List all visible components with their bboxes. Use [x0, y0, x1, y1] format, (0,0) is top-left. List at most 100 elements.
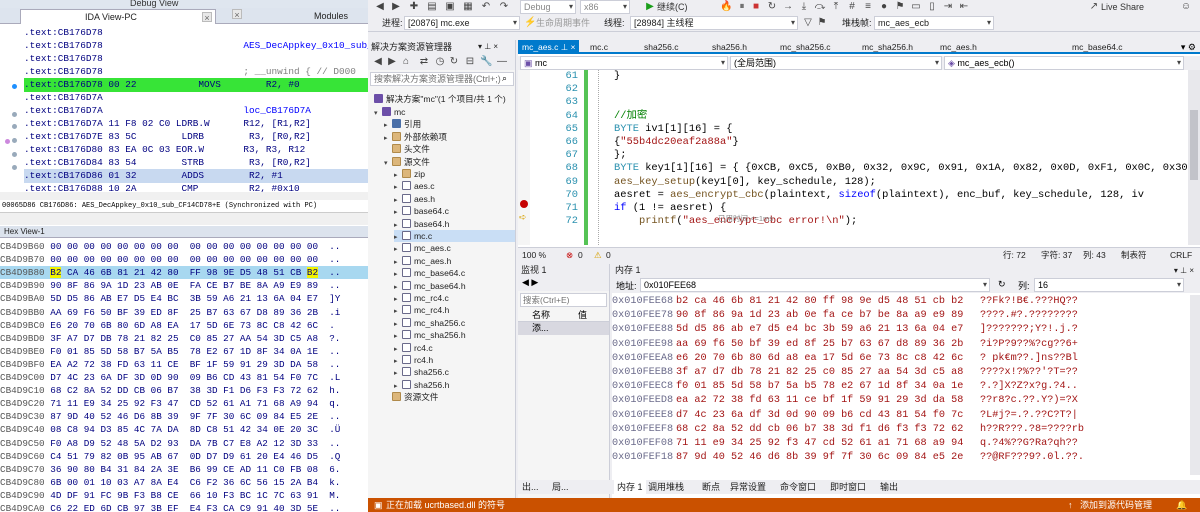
- disasm-line[interactable]: .text:CB176D78: [24, 26, 368, 40]
- hex-row[interactable]: CB4D9BA0 5D D5 86 AB E7 D5 E4 BC 3B 59 A…: [0, 292, 368, 305]
- disasm-line[interactable]: .text:CB176D7A: [24, 91, 368, 105]
- disasm-line[interactable]: .text:CB176D78 AES_DecAppkey_0x10_sub_CF…: [24, 39, 368, 53]
- comment-icon[interactable]: ▭: [910, 1, 922, 13]
- bottom-tab[interactable]: 异常设置: [730, 480, 766, 494]
- lifecycle-events[interactable]: 生命周期事件: [536, 16, 590, 30]
- bottom-tab[interactable]: 断点: [702, 480, 720, 494]
- hex-icon[interactable]: #: [846, 1, 858, 13]
- pin-icon[interactable]: ▾ ⊥ ×: [478, 40, 498, 54]
- disasm-line[interactable]: .text:CB176D80 83 EA 0C 03 EOR.W R3, R3,…: [24, 143, 368, 157]
- hex-row[interactable]: CB4D9BF0 EA A2 72 38 FD 63 11 CE BF 1F 5…: [0, 358, 368, 371]
- tab-overflow-icon[interactable]: ▾ ⚙: [1181, 40, 1196, 54]
- memory-row[interactable]: 0x010FEEC8 f0 01 85 5d 58 b7 5a b5 78 e2 …: [612, 380, 1200, 394]
- code-line[interactable]: 62: [518, 83, 1200, 96]
- code-line[interactable]: 65 BYTE iv1[1][16] = {: [518, 123, 1200, 136]
- uncomment-icon[interactable]: ▯: [926, 1, 938, 13]
- live-share-button[interactable]: Live Share: [1101, 0, 1144, 14]
- forward-icon[interactable]: ▶: [386, 56, 398, 68]
- lifecycle-icon[interactable]: ⚡: [524, 17, 536, 29]
- bottom-tab[interactable]: 调用堆栈: [648, 480, 684, 494]
- thread-icon[interactable]: ≡: [862, 1, 874, 13]
- disasm-line[interactable]: .text:CB176D7A 11 F8 02 C0 LDRB.W R12, […: [24, 117, 368, 131]
- back-icon[interactable]: ◀: [374, 1, 386, 13]
- hex-row[interactable]: CB4D9B70 00 00 00 00 00 00 00 00 00 00 0…: [0, 253, 368, 266]
- step-over-icon[interactable]: ⤼: [814, 1, 826, 13]
- indent-icon[interactable]: ⇥: [942, 1, 954, 13]
- stop-icon[interactable]: ■: [750, 1, 762, 13]
- tree-item[interactable]: ▸ mc_base64.c: [394, 267, 515, 279]
- tree-item[interactable]: 资源文件: [384, 391, 515, 403]
- memory-row[interactable]: 0x010FEE98 aa 69 f6 50 bf 39 ed 8f 25 b7 …: [612, 338, 1200, 352]
- watch-bottom-tab[interactable]: 局...: [552, 480, 569, 494]
- close-icon[interactable]: ⊥ ×: [558, 42, 576, 52]
- disasm-line[interactable]: .text:CB176D86 01 32 ADDS R2, #1: [24, 169, 368, 183]
- debug-view-tab[interactable]: Debug View: [130, 0, 178, 8]
- minus-icon[interactable]: —: [496, 56, 508, 68]
- tree-item[interactable]: ▸ mc_sha256.h: [394, 329, 515, 341]
- save-icon[interactable]: ▣: [444, 1, 456, 13]
- panel-controls-icon[interactable]: ▾ ⊥ ×: [1174, 264, 1194, 277]
- attach-icon[interactable]: 🔥: [720, 1, 732, 13]
- project-dropdown[interactable]: ▣ mc: [520, 56, 728, 70]
- tree-item[interactable]: ▸ aes.c: [394, 180, 515, 192]
- stack-frame-dropdown[interactable]: mc_aes_ecb: [874, 16, 994, 30]
- flag-icon[interactable]: ⚑: [816, 17, 828, 29]
- hex-row[interactable]: CB4D9C80 6B 00 01 10 03 A7 8A E4 C6 F2 3…: [0, 476, 368, 489]
- process-dropdown[interactable]: [20876] mc.exe: [404, 16, 520, 30]
- bottom-tab[interactable]: 即时窗口: [830, 480, 866, 494]
- solution-root[interactable]: 解决方案"mc"(1 个项目/共 1 个): [374, 93, 506, 105]
- filter-icon[interactable]: ▽: [802, 17, 814, 29]
- tree-item[interactable]: ▸ 外部依赖项: [384, 131, 515, 143]
- search-icon[interactable]: ⌕: [502, 73, 507, 84]
- hex-row[interactable]: CB4D9C40 08 C8 94 D3 85 4C 7A DA 8D C8 5…: [0, 423, 368, 436]
- step-out-icon[interactable]: ⤒: [830, 1, 842, 13]
- memory-row[interactable]: 0x010FEEB8 3f a7 d7 db 78 21 82 25 c0 85 …: [612, 366, 1200, 380]
- value-column-header[interactable]: 值: [578, 309, 587, 322]
- columns-dropdown[interactable]: 16: [1034, 278, 1184, 292]
- name-column-header[interactable]: 名称: [532, 309, 550, 322]
- code-line[interactable]: 68 BYTE key1[1][16] = { {0xCB, 0xC5, 0xB0…: [518, 162, 1200, 175]
- code-line[interactable]: 63: [518, 96, 1200, 109]
- editor-tab[interactable]: sha256.c: [640, 40, 683, 54]
- editor-tab[interactable]: mc_sha256.c: [776, 40, 835, 54]
- new-file-icon[interactable]: ✚: [408, 1, 420, 13]
- back-icon[interactable]: ◀ ▶: [522, 277, 538, 288]
- tree-item[interactable]: ▸ base64.c: [394, 205, 515, 217]
- disasm-line[interactable]: .text:CB176D78: [24, 52, 368, 66]
- tree-item[interactable]: ▸ rc4.c: [394, 342, 515, 354]
- solution-search-input[interactable]: 搜索解决方案资源管理器(Ctrl+;): [370, 72, 514, 86]
- code-line[interactable]: 61}: [518, 70, 1200, 83]
- editor-tab[interactable]: mc_base64.c: [1068, 40, 1127, 54]
- close-icon[interactable]: ×: [232, 9, 242, 20]
- splitter[interactable]: [0, 212, 368, 225]
- tab-modules[interactable]: Modules: [250, 9, 365, 24]
- tree-item[interactable]: ▸ 引用: [384, 118, 515, 130]
- hex-row[interactable]: CB4D9B90 90 8F 86 9A 1D 23 AB 0E FA CE B…: [0, 279, 368, 292]
- tree-item[interactable]: ▸ aes.h: [394, 193, 515, 205]
- zoom-level[interactable]: 100 %: [522, 248, 546, 263]
- tree-item[interactable]: ▸ sha256.c: [394, 366, 515, 378]
- hex-row[interactable]: CB4D9B60 00 00 00 00 00 00 00 00 00 00 0…: [0, 240, 368, 253]
- undo-icon[interactable]: ↶: [480, 1, 492, 13]
- collapse-icon[interactable]: ⊟: [464, 56, 476, 68]
- continue-button[interactable]: 继续(C): [657, 0, 688, 14]
- notification-icon[interactable]: 🔔: [1176, 498, 1187, 512]
- person-icon[interactable]: ☺: [1180, 1, 1192, 13]
- editor-tab[interactable]: mc_aes.c ⊥ ×: [518, 40, 580, 54]
- restart-icon[interactable]: ↻: [766, 1, 778, 13]
- bottom-tab[interactable]: 输出: [880, 480, 898, 494]
- hex-row[interactable]: CB4D9BB0 AA 69 F6 50 BF 39 ED 8F 25 B7 6…: [0, 306, 368, 319]
- hex-view[interactable]: CB4D9B60 00 00 00 00 00 00 00 00 00 00 0…: [0, 240, 368, 512]
- source-control-button[interactable]: 添加到源代码管理: [1080, 498, 1152, 512]
- function-dropdown[interactable]: ◈ mc_aes_ecb(): [944, 56, 1184, 70]
- watch-search-input[interactable]: 搜索(Ctrl+E): [520, 293, 607, 307]
- tabs-mode[interactable]: 制表符: [1121, 248, 1147, 263]
- memory-row[interactable]: 0x010FEF18 87 9d 40 52 46 d6 8b 39 9f 7f …: [612, 451, 1200, 465]
- watch-bottom-tab[interactable]: 出...: [522, 480, 539, 494]
- tree-item[interactable]: 头文件: [384, 143, 515, 155]
- tree-item[interactable]: ▸ rc4.h: [394, 354, 515, 366]
- bookmark-icon[interactable]: ⚑: [894, 1, 906, 13]
- scope-dropdown[interactable]: (全局范围): [730, 56, 942, 70]
- close-icon[interactable]: ×: [202, 12, 212, 23]
- tree-item[interactable]: ▸ mc_aes.c: [394, 242, 515, 254]
